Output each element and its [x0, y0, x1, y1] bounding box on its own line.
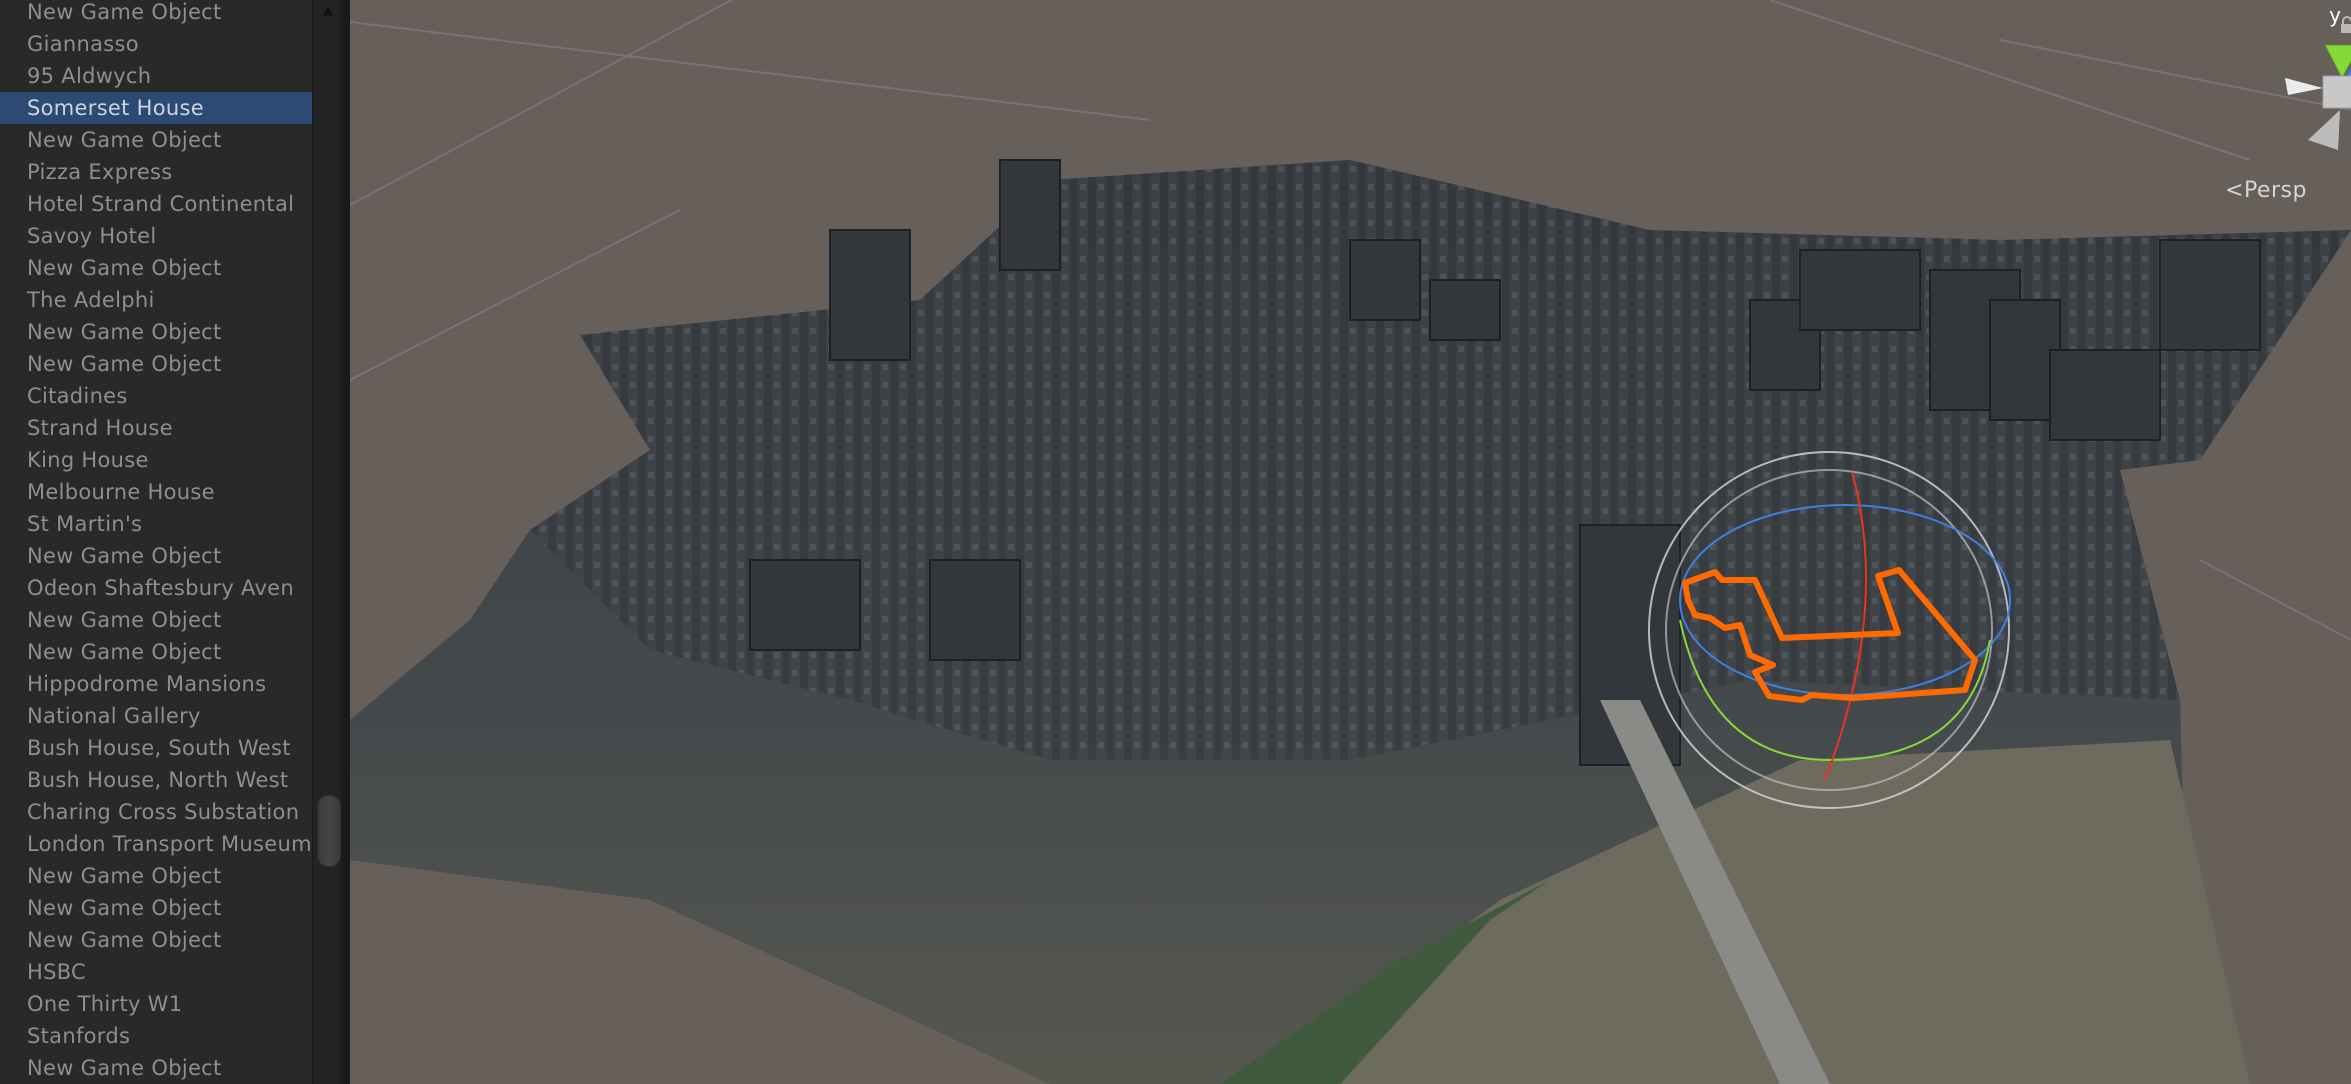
scene-view[interactable]: y z x <Persp [350, 0, 2351, 1084]
hierarchy-item[interactable]: New Game Object [0, 924, 312, 956]
hierarchy-item[interactable]: Giannasso [0, 28, 312, 60]
hierarchy-item[interactable]: New Game Object [0, 124, 312, 156]
hierarchy-item[interactable]: St Martin's [0, 508, 312, 540]
scene-canvas[interactable] [350, 0, 2351, 1084]
hierarchy-item[interactable]: New Game Object [0, 892, 312, 924]
hierarchy-item[interactable]: One Thirty W1 [0, 988, 312, 1020]
panel-divider[interactable] [342, 0, 350, 1084]
hierarchy-item[interactable]: London Transport Museum [0, 828, 312, 860]
hierarchy-item[interactable]: New Game Object [0, 252, 312, 284]
gizmo-neg-x-cone-icon [2285, 78, 2323, 95]
hierarchy-item[interactable]: New Game Object [0, 636, 312, 668]
hierarchy-item[interactable]: New Game Object [0, 316, 312, 348]
scrollbar-thumb[interactable] [317, 795, 341, 867]
hierarchy-item[interactable]: New Game Object [0, 860, 312, 892]
hierarchy-item[interactable]: HSBC [0, 956, 312, 988]
hierarchy-item[interactable]: Odeon Shaftesbury Aven [0, 572, 312, 604]
hierarchy-item[interactable]: Stanfords [0, 1020, 312, 1052]
hierarchy-item[interactable]: 95 Aldwych [0, 60, 312, 92]
hierarchy-scrollbar[interactable]: ▲ [312, 0, 343, 1084]
hierarchy-item[interactable]: Bush House, South West [0, 732, 312, 764]
hierarchy-item[interactable]: Pizza Express [0, 156, 312, 188]
hierarchy-item[interactable]: Melbourne House [0, 476, 312, 508]
hierarchy-item[interactable]: New Game Object [0, 1052, 312, 1084]
hierarchy-item[interactable]: New Game Object [0, 540, 312, 572]
projection-chevron-icon: < [2225, 178, 2244, 203]
scroll-up-arrow-icon[interactable]: ▲ [320, 2, 336, 18]
hierarchy-item[interactable]: Somerset House [0, 92, 312, 124]
gizmo-center-cube-icon [2322, 75, 2351, 109]
hierarchy-item[interactable]: King House [0, 444, 312, 476]
hierarchy-item[interactable]: New Game Object [0, 348, 312, 380]
hierarchy-panel: New Game Object Giannasso 95 Aldwych Somers… [0, 0, 312, 1084]
hierarchy-item[interactable]: The Adelphi [0, 284, 312, 316]
projection-label: Persp [2243, 178, 2307, 203]
hierarchy-item[interactable]: Citadines [0, 380, 312, 412]
hierarchy-item[interactable]: Hippodrome Mansions [0, 668, 312, 700]
hierarchy-item[interactable]: Charing Cross Substation [0, 796, 312, 828]
hierarchy-item[interactable]: New Game Object [0, 0, 312, 28]
gizmo-neg-y-cone-icon [2308, 110, 2340, 150]
projection-toggle[interactable]: <Persp [2225, 178, 2307, 203]
lock-icon[interactable] [2340, 16, 2351, 34]
hierarchy-item[interactable]: Savoy Hotel [0, 220, 312, 252]
gizmo-y-cone-icon [2324, 44, 2351, 80]
hierarchy-item[interactable]: Hotel Strand Continental [0, 188, 312, 220]
hierarchy-item[interactable]: New Game Object [0, 604, 312, 636]
hierarchy-item[interactable]: Strand House [0, 412, 312, 444]
hierarchy-item[interactable]: National Gallery [0, 700, 312, 732]
hierarchy-item[interactable]: Bush House, North West [0, 764, 312, 796]
